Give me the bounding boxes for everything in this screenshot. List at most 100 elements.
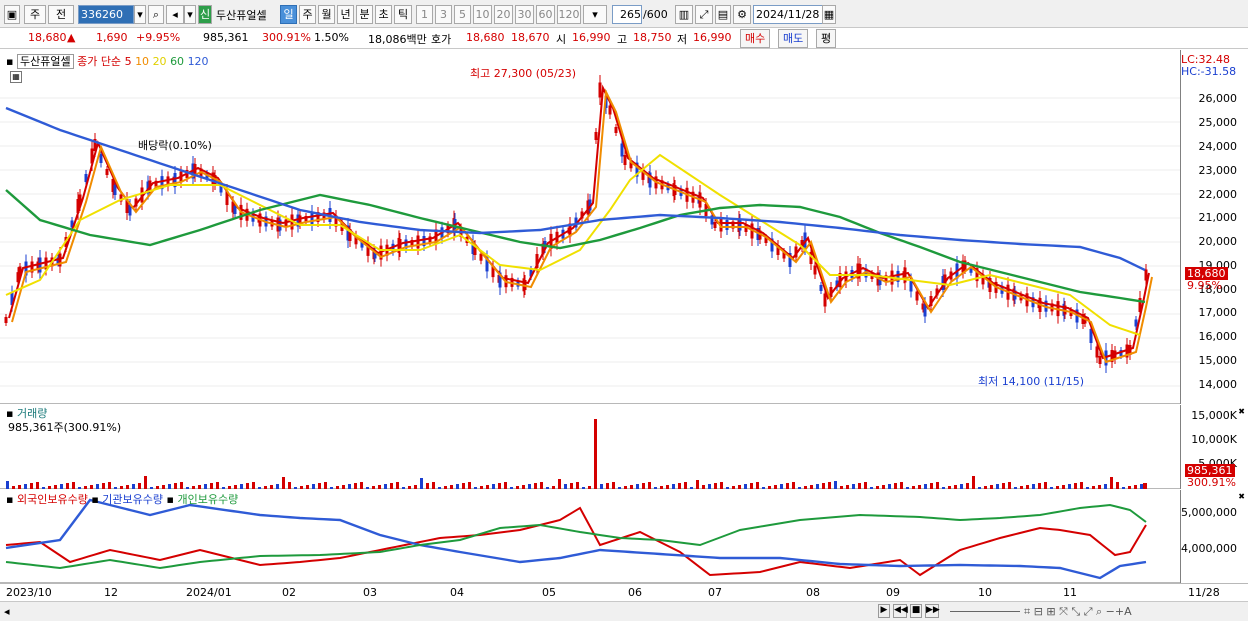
xtick-10: 10 — [978, 586, 992, 599]
ytick-23000: 23,000 — [1198, 164, 1238, 177]
gear-icon[interactable]: ⚙ — [733, 5, 751, 24]
volume-bar — [456, 484, 459, 489]
stock-code-input[interactable]: 336260 — [78, 5, 134, 24]
close-icon-2[interactable]: ✖ — [1238, 492, 1245, 501]
volume-bar — [1086, 487, 1089, 489]
volume-bar — [1008, 482, 1011, 489]
volume-bar — [348, 484, 351, 489]
volume-bar — [672, 484, 675, 489]
volume-chart — [6, 419, 1147, 489]
speaker-icon[interactable]: ◂ — [166, 5, 184, 24]
scroll-bar[interactable]: ◂ ▶ ◀◀ ■ ▶▶ ⌗ ⊟ ⊞ ⤧ ⤡ ⤢ ⌕ −+A — [0, 601, 1248, 621]
forward-icon[interactable]: ▶▶ — [925, 604, 940, 618]
price-chart-pane[interactable]: ▪ 두산퓨얼셀 종가 단순 5 10 20 60 120 ▦ 최고 27,300… — [0, 50, 1180, 404]
annotation-high: 최고 27,300 (05/23) — [470, 67, 577, 80]
volume-bar — [1002, 483, 1005, 489]
candle-body — [819, 285, 823, 291]
interval-3[interactable]: 3 — [435, 5, 452, 24]
volume-bar — [798, 487, 801, 489]
calendar-icon[interactable]: ▦ — [822, 5, 836, 24]
period-type-select[interactable]: 주 — [24, 5, 46, 24]
rewind-icon[interactable]: ◀◀ — [893, 604, 908, 618]
interval-60[interactable]: 60 — [536, 5, 555, 24]
volume-bar — [954, 485, 957, 489]
vtick-15000k: 15,000K — [1191, 409, 1237, 422]
volume-bar — [714, 483, 717, 489]
volume-bar — [90, 485, 93, 489]
play-icon[interactable]: ▶ — [878, 604, 890, 618]
interval-5[interactable]: 5 — [454, 5, 471, 24]
grid-toggle-icon[interactable]: ▦ — [10, 71, 22, 83]
ma-legend-prefix: 종가 단순 — [77, 55, 122, 68]
tab-minute[interactable]: 분 — [356, 5, 373, 24]
tab-month[interactable]: 월 — [318, 5, 335, 24]
volume-bar — [186, 487, 189, 489]
volume-bar — [426, 483, 429, 489]
xtick-11: 11 — [1063, 586, 1077, 599]
htick-4000000: 4,000,000 — [1181, 542, 1237, 555]
ma60-legend: 60 — [170, 55, 185, 68]
ytick-14000: 14,000 — [1198, 378, 1238, 391]
interval-select[interactable]: ▾ — [583, 5, 607, 24]
tab-year[interactable]: 년 — [337, 5, 354, 24]
line-tool-icon[interactable]: ⤢ — [695, 5, 713, 24]
count-input[interactable]: 265 — [612, 5, 642, 24]
volume-bar — [990, 485, 993, 489]
pane-dot-icon-4: ▪ — [91, 493, 99, 506]
candle-body — [915, 291, 919, 301]
volume-bar — [198, 485, 201, 489]
volume-bar — [510, 487, 513, 489]
eval-button[interactable]: 평 — [816, 29, 837, 48]
volume-bar — [402, 487, 405, 489]
save-icon[interactable]: ▤ — [715, 5, 731, 24]
zoom-slider[interactable] — [950, 611, 1020, 612]
candle-body — [1098, 356, 1102, 364]
x-axis: 2023/10 12 2024/01 02 03 04 05 06 07 08 … — [0, 583, 1248, 601]
stop-icon[interactable]: ■ — [910, 604, 922, 618]
interval-30[interactable]: 30 — [515, 5, 534, 24]
ma20-legend: 20 — [152, 55, 167, 68]
pane-dot-icon-5: ▪ — [166, 493, 174, 506]
chevron-down-icon[interactable]: ▾ — [134, 5, 146, 24]
prev-button[interactable]: 전 — [48, 5, 74, 24]
interval-1[interactable]: 1 — [416, 5, 433, 24]
volume-bar — [996, 484, 999, 489]
chevron-down-icon-2[interactable]: ▾ — [184, 5, 196, 24]
volume-bar — [534, 483, 537, 489]
volume-bar — [540, 482, 543, 489]
volume-bar — [270, 485, 273, 489]
window-icon[interactable]: ▣ — [4, 5, 20, 24]
interval-10[interactable]: 10 — [473, 5, 492, 24]
volume-bar — [378, 485, 381, 489]
low-price: 16,990 — [693, 31, 732, 44]
volume-bar — [636, 484, 639, 489]
close-icon[interactable]: ✖ — [1238, 407, 1245, 416]
volume-bar — [42, 487, 45, 489]
tool-icons[interactable]: ⌗ ⊟ ⊞ ⤧ ⤡ ⤢ ⌕ −+A — [1024, 605, 1132, 619]
interval-20[interactable]: 20 — [494, 5, 513, 24]
volume-bar — [324, 482, 327, 489]
ma5-legend: 5 — [124, 55, 132, 68]
tab-day[interactable]: 일 — [280, 5, 297, 24]
scroll-left-icon[interactable]: ◂ — [4, 605, 10, 618]
volume-bar — [54, 485, 57, 489]
volume-bar — [558, 479, 561, 489]
volume-bar — [930, 483, 933, 489]
period-type-label: 주 — [29, 8, 41, 21]
tab-second[interactable]: 초 — [375, 5, 392, 24]
date-input[interactable]: 2024/11/28 — [753, 5, 823, 24]
xtick-07: 07 — [708, 586, 722, 599]
buy-button[interactable]: 매수 — [740, 29, 771, 48]
sell-button[interactable]: 매도 — [778, 29, 809, 48]
volume-bar — [612, 482, 615, 489]
tab-tick[interactable]: 틱 — [394, 5, 412, 24]
toolbar: ▣ 주 전 336260 ▾ ⌕ ◂ ▾ 신 두산퓨얼셀 일 주 월 년 분 초… — [0, 0, 1248, 28]
candle-icon[interactable]: ▥ — [675, 5, 693, 24]
ytick-22000: 22,000 — [1198, 188, 1238, 201]
volume-pane[interactable]: ▪ 거래량 985,361주(300.91%) — [0, 405, 1180, 489]
holdings-pane[interactable]: ▪ 외국인보유수량 ▪ 기관보유수량 ▪ 개인보유수량 — [0, 490, 1180, 583]
tab-week[interactable]: 주 — [299, 5, 316, 24]
pane-title: 두산퓨얼셀 — [16, 54, 74, 69]
interval-120[interactable]: 120 — [557, 5, 581, 24]
search-icon[interactable]: ⌕ — [148, 5, 164, 24]
